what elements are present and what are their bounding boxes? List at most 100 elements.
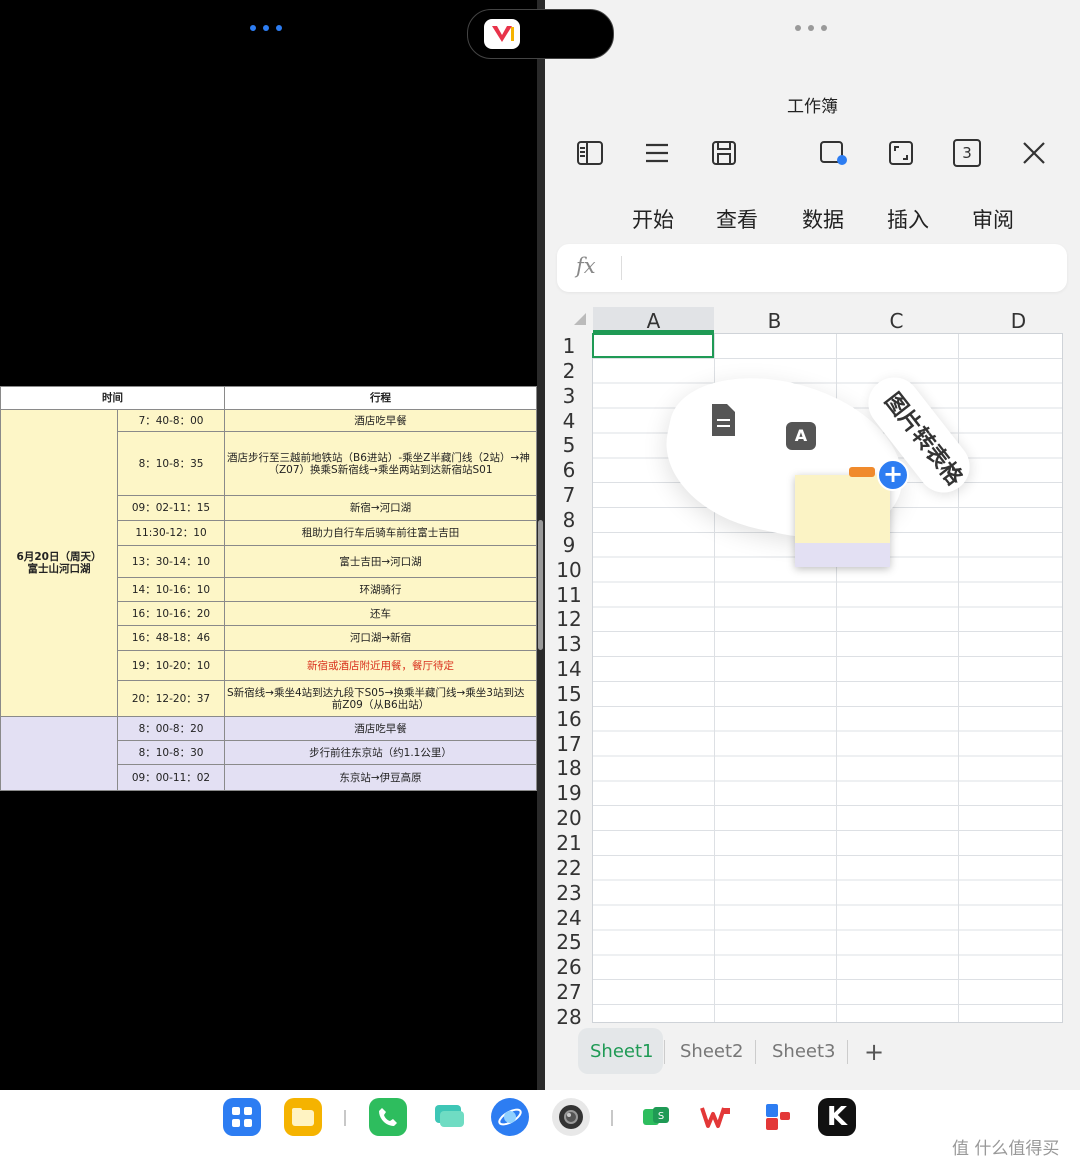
formula-bar[interactable]: fx (557, 244, 1067, 292)
row-header[interactable]: 17 (549, 732, 589, 756)
plan-cell: 酒店吃早餐 (224, 409, 537, 432)
add-sheet-button[interactable]: + (864, 1040, 884, 1064)
time-cell: 11:30-12：10 (117, 520, 225, 546)
svg-text:S: S (658, 1111, 664, 1122)
tab-review[interactable]: 审阅 (972, 204, 1014, 234)
row-header[interactable]: 25 (549, 930, 589, 954)
column-header-b[interactable]: B (714, 308, 835, 333)
add-icon[interactable]: + (877, 459, 909, 491)
phone-icon[interactable] (369, 1098, 407, 1136)
row-header[interactable]: 20 (549, 806, 589, 830)
fx-label: fx (576, 254, 596, 278)
k-app-icon[interactable]: K (818, 1098, 856, 1136)
tab-insert[interactable]: 插入 (887, 204, 929, 234)
date-cell: 6月20日（周天） 富士山河口湖 (0, 409, 118, 717)
menu-icon[interactable] (640, 136, 674, 170)
close-icon[interactable] (1017, 136, 1051, 170)
plan-cell: 酒店吃早餐 (224, 716, 537, 741)
row-header[interactable]: 15 (549, 682, 589, 706)
plan-cell: S新宿线→乘坐4站到达九段下S05→换乘半藏门线→乘坐3站到达 前Z09（从B6出… (224, 680, 537, 717)
workbook-title: 工作簿 (787, 97, 838, 117)
column-header-d[interactable]: D (958, 308, 1079, 333)
row-header[interactable]: 27 (549, 980, 589, 1004)
dock (0, 1090, 1080, 1170)
row-header[interactable]: 6 (549, 458, 589, 482)
table-preview-thumbnail (795, 467, 890, 567)
save-icon[interactable] (707, 136, 741, 170)
time-cell: 13：30-14：10 (117, 545, 225, 578)
row-header[interactable]: 7 (549, 483, 589, 507)
time-cell: 09：00-11：02 (117, 764, 225, 791)
column-header-a[interactable]: A (593, 308, 714, 333)
right-app-more-menu[interactable] (795, 25, 827, 31)
split-handle[interactable] (538, 520, 543, 650)
plan-cell: 租助力自行车后骑车前往富士吉田 (224, 520, 537, 546)
sheets-app-icon[interactable]: S (637, 1098, 675, 1136)
row-header[interactable]: 26 (549, 955, 589, 979)
row-header[interactable]: 1 (549, 334, 589, 358)
row-header[interactable]: 12 (549, 607, 589, 631)
floating-window-pill[interactable] (467, 9, 614, 59)
row-header[interactable]: 28 (549, 1005, 589, 1029)
column-header-c[interactable]: C (836, 308, 957, 333)
row-header[interactable]: 23 (549, 881, 589, 905)
plan-cell: 新宿或酒店附近用餐，餐厅待定 (224, 650, 537, 681)
date-cell-next (0, 716, 118, 791)
document-icon[interactable] (706, 402, 740, 442)
yandex-app-icon[interactable] (484, 19, 520, 49)
plan-cell: 河口湖→新宿 (224, 625, 537, 651)
left-app-more-menu[interactable] (250, 25, 282, 31)
row-header[interactable]: 11 (549, 583, 589, 607)
row-header[interactable]: 16 (549, 707, 589, 731)
messages-icon[interactable] (430, 1098, 468, 1136)
header-time: 时间 (0, 386, 225, 410)
time-cell: 09：02-11：15 (117, 495, 225, 521)
row-header[interactable]: 22 (549, 856, 589, 880)
tab-start[interactable]: 开始 (632, 204, 674, 234)
row-header[interactable]: 19 (549, 781, 589, 805)
time-cell: 8：00-8：20 (117, 716, 225, 741)
text-recognition-icon[interactable]: A (786, 422, 816, 450)
sheet-tab-separator (847, 1040, 848, 1064)
browser-icon[interactable] (491, 1098, 529, 1136)
header-plan: 行程 (224, 386, 537, 410)
sheet-tab-1[interactable]: Sheet1 (590, 1040, 654, 1064)
row-header[interactable]: 13 (549, 632, 589, 656)
select-all-corner[interactable] (574, 313, 586, 325)
row-header[interactable]: 21 (549, 831, 589, 855)
sheet-tab-separator (664, 1040, 665, 1064)
dual-app-icon[interactable] (758, 1098, 796, 1136)
time-cell: 19：10-20：10 (117, 650, 225, 681)
dock-separator (611, 1110, 613, 1126)
plan-cell: 还车 (224, 601, 537, 626)
time-cell: 20：12-20：37 (117, 680, 225, 717)
formula-separator (621, 256, 622, 280)
row-header[interactable]: 24 (549, 906, 589, 930)
row-header[interactable]: 18 (549, 756, 589, 780)
row-header[interactable]: 14 (549, 657, 589, 681)
mirror-screen-icon[interactable] (816, 136, 850, 170)
tab-view[interactable]: 查看 (716, 204, 758, 234)
plan-cell: 环湖骑行 (224, 577, 537, 602)
row-header[interactable]: 5 (549, 433, 589, 457)
files-icon[interactable] (284, 1098, 322, 1136)
row-header[interactable]: 10 (549, 558, 589, 582)
selected-cell-a1[interactable] (592, 333, 714, 358)
sidebar-toggle-icon[interactable] (573, 136, 607, 170)
app-launcher-icon[interactable] (223, 1098, 261, 1136)
sheet-tab-3[interactable]: Sheet3 (772, 1040, 836, 1064)
camera-icon[interactable] (552, 1098, 590, 1136)
plan-cell: 新宿→河口湖 (224, 495, 537, 521)
row-header[interactable]: 9 (549, 533, 589, 557)
time-cell: 8：10-8：30 (117, 740, 225, 765)
sheet-tab-2[interactable]: Sheet2 (680, 1040, 744, 1064)
tab-count-icon[interactable]: 3 (950, 136, 984, 170)
row-header[interactable]: 8 (549, 508, 589, 532)
time-cell: 7：40-8：00 (117, 409, 225, 432)
row-header[interactable]: 2 (549, 359, 589, 383)
row-header[interactable]: 3 (549, 384, 589, 408)
tab-data[interactable]: 数据 (802, 204, 844, 234)
row-header[interactable]: 4 (549, 409, 589, 433)
fullscreen-icon[interactable] (884, 136, 918, 170)
wps-icon[interactable] (697, 1098, 735, 1136)
